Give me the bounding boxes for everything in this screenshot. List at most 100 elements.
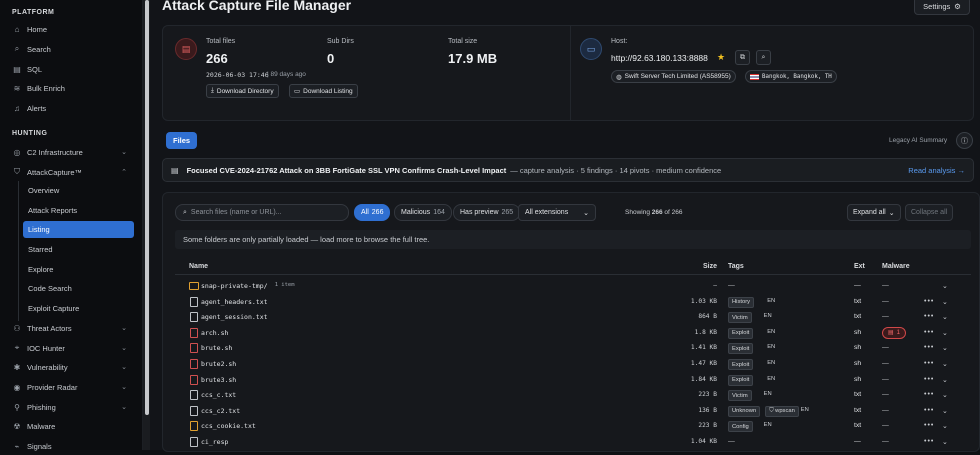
chevron-down-icon[interactable]: ⌄ [942,422,948,430]
sidebar-item-bulk-enrich[interactable]: ≋ Bulk Enrich [5,79,135,97]
sidebar-subitem-explore[interactable]: Explore [23,261,134,278]
tag-badge[interactable]: ⛉ wpscan [765,405,799,417]
col-size[interactable]: Size [703,263,717,270]
more-actions-icon[interactable]: ••• [924,422,934,429]
tag-badge[interactable]: Exploit [728,374,754,386]
more-actions-icon[interactable]: ••• [924,360,934,367]
file-name[interactable]: brute2.sh [201,360,236,368]
tab-legacy-ai-summary[interactable]: Legacy AI Summary [889,137,947,144]
sidebar-item-vulnerability[interactable]: ✱ Vulnerability ⌄ [5,358,135,376]
sidebar-item-ioc-hunter[interactable]: ⌖ IOC Hunter ⌄ [5,339,135,357]
settings-button[interactable]: Settings ⚙ [914,0,970,15]
tag-badge[interactable]: Unknown [728,405,761,417]
chevron-down-icon[interactable]: ⌄ [942,438,948,446]
more-actions-icon[interactable]: ••• [924,298,934,305]
info-button[interactable]: ⓘ [956,132,973,149]
col-malware[interactable]: Malware [882,263,910,270]
sidebar-item-provider-radar[interactable]: ◉ Provider Radar ⌄ [5,378,135,396]
sidebar-item-c2-infrastructure[interactable]: ◎ C2 Infrastructure ⌄ [5,143,135,161]
tab-files[interactable]: Files [166,132,198,149]
tag-badge[interactable]: Victim [728,312,752,324]
chevron-down-icon[interactable]: ⌄ [942,344,948,352]
collapse-all-button[interactable]: Collapse all [905,204,954,221]
search-host-button[interactable]: ⌕ [756,50,771,65]
extensions-select[interactable]: All extensions ⌄ [518,204,596,221]
tag-badge[interactable]: Config [728,421,753,433]
table-row[interactable]: brute.sh 1.41 KB Exploit EN sh — ••• ⌄ [175,341,971,357]
sidebar-item-sql[interactable]: ▤ SQL [5,60,135,78]
sidebar-subitem-code-search[interactable]: Code Search [23,280,134,297]
more-actions-icon[interactable]: ••• [924,407,934,414]
sidebar-subitem-listing[interactable]: Listing [23,221,134,238]
location-badge[interactable]: Bangkok, Bangkok, TH [745,70,837,83]
sidebar-item-attackcapture[interactable]: ⛉ AttackCapture™ ⌃ [5,163,135,181]
file-name[interactable]: ccs_c.txt [201,391,236,399]
filter-has-preview[interactable]: Has preview 265 [453,204,521,221]
download-listing-button[interactable]: ▭ Download Listing [289,84,358,98]
tag-badge[interactable]: History [728,296,755,308]
sidebar-subitem-starred[interactable]: Starred [23,241,134,258]
sidebar-item-malware[interactable]: ☢ Malware [5,417,135,435]
more-actions-icon[interactable]: ••• [924,438,934,445]
table-row[interactable]: brute2.sh 1.47 KB Exploit EN sh — ••• ⌄ [175,357,971,373]
chevron-down-icon[interactable]: ⌄ [942,298,948,306]
sidebar-subitem-attack-reports[interactable]: Attack Reports [23,202,134,219]
file-name[interactable]: snap-private-tmp/ [201,282,268,290]
table-row[interactable]: snap-private-tmp/1 item — — — — ⌄ [175,279,971,295]
table-row[interactable]: ccs_cookie.txt 223 B Config EN txt — ••• ⌄ [175,419,971,435]
malware-badge[interactable]: ▤ 1 [882,326,907,339]
file-name[interactable]: ci_resp [201,438,228,446]
more-actions-icon[interactable]: ••• [924,376,934,383]
col-name[interactable]: Name [189,263,208,270]
file-name[interactable]: ccs_cookie.txt [201,422,256,430]
download-directory-button[interactable]: ⤓ Download Directory [206,84,279,98]
table-row[interactable]: arch.sh 1.8 KB Exploit EN sh ▤ 1 ••• ⌄ [175,326,971,342]
chevron-down-icon[interactable]: ⌄ [942,407,948,415]
chevron-down-icon[interactable]: ⌄ [942,329,948,337]
file-name[interactable]: agent_headers.txt [201,298,268,306]
more-actions-icon[interactable]: ••• [924,313,934,320]
tag-badge[interactable]: Victim [728,390,752,402]
host-url[interactable]: http://92.63.180.133:8888 [611,53,708,63]
table-row[interactable]: brute3.sh 1.84 KB Exploit EN sh — ••• ⌄ [175,373,971,389]
expand-all-button[interactable]: Expand all ⌄ [847,204,901,221]
table-row[interactable]: ci_resp 1.04 KB — — — ••• ⌄ [175,435,971,451]
tag-badge[interactable]: Exploit [728,327,754,339]
copy-button[interactable]: ⧉ [735,50,750,65]
table-row[interactable]: agent_headers.txt 1.03 KB History EN txt — •••… [175,295,971,311]
analysis-banner[interactable]: ▤ Focused CVE-2024-21762 Attack on 3BB F… [162,158,974,182]
sidebar-item-signals[interactable]: ⌁ Signals [5,437,135,455]
chevron-down-icon[interactable]: ⌄ [942,282,948,290]
filter-all[interactable]: All 266 [354,204,391,221]
sidebar-item-alerts[interactable]: ♫ Alerts [5,99,135,117]
file-name[interactable]: brute.sh [201,344,232,352]
file-name[interactable]: ccs_c2.txt [201,407,240,415]
search-input[interactable]: ⌕ Search files (name or URL)... [175,204,349,221]
table-row[interactable]: ccs_c2.txt 136 B Unknown ⛉ wpscan EN txt — ••• ⌄ [175,404,971,420]
sidebar-subitem-exploit-capture[interactable]: Exploit Capture [23,300,134,317]
chevron-down-icon[interactable]: ⌄ [942,376,948,384]
file-name[interactable]: arch.sh [201,329,228,337]
chevron-down-icon[interactable]: ⌄ [942,360,948,368]
file-name[interactable]: brute3.sh [201,376,236,384]
table-row[interactable]: ccs_c.txt 223 B Victim EN txt — ••• ⌄ [175,388,971,404]
tag-badge[interactable]: Exploit [728,359,754,370]
sidebar-scrollbar-thumb[interactable] [145,0,149,415]
more-actions-icon[interactable]: ••• [924,329,934,336]
tag-badge[interactable]: Exploit [728,343,754,355]
file-name[interactable]: agent_session.txt [201,313,268,321]
chevron-down-icon[interactable]: ⌄ [942,391,948,399]
table-row[interactable]: agent_session.txt 864 B Victim EN txt — ••• ⌄ [175,310,971,326]
sidebar-item-phishing[interactable]: ⚲ Phishing ⌄ [5,398,135,416]
read-analysis-link[interactable]: Read analysis → [908,166,965,175]
chevron-down-icon[interactable]: ⌄ [942,313,948,321]
sidebar-item-search[interactable]: ⌕ Search [5,40,135,58]
col-ext[interactable]: Ext [854,263,865,270]
more-actions-icon[interactable]: ••• [924,344,934,351]
more-actions-icon[interactable]: ••• [924,391,934,398]
provider-badge[interactable]: ◍ Swift Server Tech Limited (AS58955) [611,70,736,83]
star-icon[interactable]: ★ [717,52,725,63]
sidebar-subitem-overview[interactable]: Overview [23,182,134,199]
filter-malicious[interactable]: Malicious 164 [394,204,452,221]
sidebar-item-threat-actors[interactable]: ⚇ Threat Actors ⌄ [5,319,135,337]
